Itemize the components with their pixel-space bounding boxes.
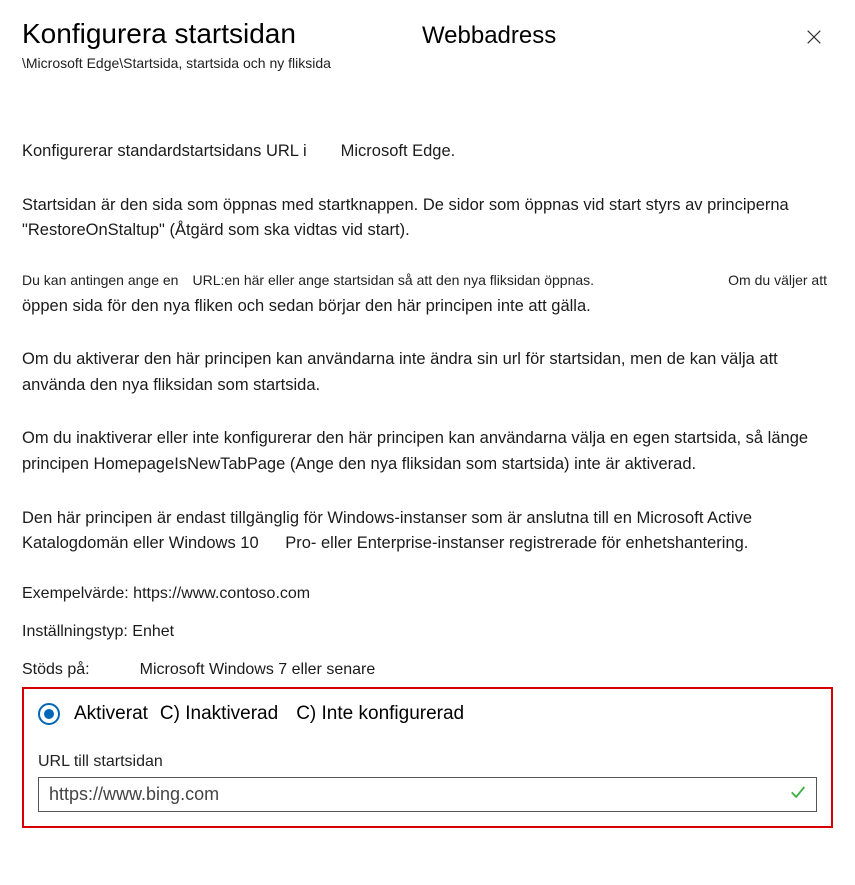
radio-group: Aktiverat C) Inaktiverad C) Inte konfigu… (38, 703, 817, 725)
config-panel: Aktiverat C) Inaktiverad C) Inte konfigu… (22, 687, 833, 828)
description-p3-line2: öppen sida för den nya fliken och sedan … (22, 294, 833, 320)
description-p4: Om du aktiverar den här principen kan an… (22, 347, 833, 398)
description-p3c: Om du väljer att (728, 272, 833, 288)
description-p6: Den här principen är endast tillgänglig … (22, 506, 833, 557)
radio-notconfigured-label[interactable]: C) Inte konfigurerad (296, 703, 464, 725)
description-p2: Startsidan är den sida som öppnas med st… (22, 193, 833, 244)
description-p1a: Konfigurerar standardstartsidans URL i (22, 139, 307, 165)
checkmark-icon (789, 783, 807, 806)
header-titles: Konfigurera startsidan Webbadress (22, 18, 556, 50)
supported-on-value: Microsoft Windows 7 eller senare (140, 661, 376, 679)
description-p1b: Microsoft Edge. (341, 139, 456, 165)
supported-on-label: Stöds på: (22, 661, 90, 679)
header: Konfigurera startsidan Webbadress (22, 18, 833, 53)
example-value: Exempelvärde: https://www.contoso.com (22, 585, 833, 603)
page-title: Konfigurera startsidan (22, 18, 296, 50)
description-p1: Konfigurerar standardstartsidans URL i M… (22, 139, 833, 165)
radio-enabled-label: Aktiverat (74, 703, 148, 725)
description-p5: Om du inaktiverar eller inte konfigurera… (22, 426, 833, 477)
close-button[interactable] (801, 24, 827, 53)
setting-type: Inställningstyp: Enhet (22, 623, 833, 641)
page-subtitle: Webbadress (422, 22, 556, 50)
description-p3-row: Du kan antingen ange en URL:en här eller… (22, 272, 833, 288)
breadcrumb: \Microsoft Edge\Startsida, startsida och… (22, 55, 833, 71)
supported-on-row: Stöds på: Microsoft Windows 7 eller sena… (22, 661, 833, 679)
radio-enabled[interactable] (38, 703, 60, 725)
url-field-label: URL till startsidan (38, 753, 817, 771)
radio-disabled-label[interactable]: C) Inaktiverad (160, 703, 278, 725)
description-p3a: Du kan antingen ange en (22, 272, 178, 288)
description-p3b: URL:en här eller ange startsidan så att … (192, 272, 594, 288)
description-p6b: Pro- eller Enterprise-instanser registre… (285, 534, 748, 552)
url-input-wrap (38, 777, 817, 812)
close-icon (805, 28, 823, 46)
homepage-url-input[interactable] (38, 777, 817, 812)
